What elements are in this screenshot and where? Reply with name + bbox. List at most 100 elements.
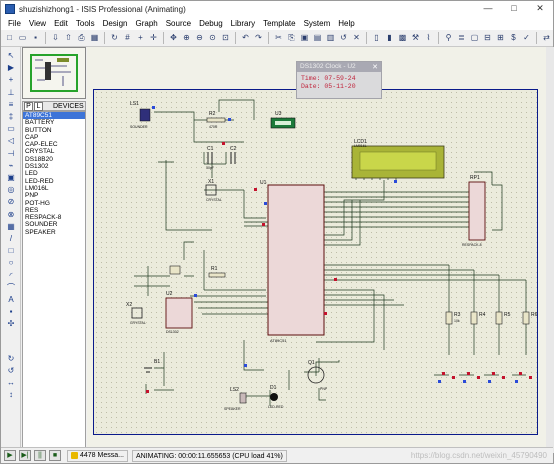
generator-icon[interactable]: ◎: [5, 184, 17, 195]
goto-sheet-icon[interactable]: ⊞: [495, 33, 506, 44]
message-counter[interactable]: 4478 Messa...: [67, 449, 128, 462]
menu-source[interactable]: Source: [162, 18, 195, 30]
vertical-scrollbar[interactable]: [546, 47, 554, 453]
ds1302-clock-popup[interactable]: DS1302 Clock - U2 ✕ Time: 07-59-24 Date:…: [296, 61, 382, 99]
menu-tools[interactable]: Tools: [72, 18, 99, 30]
play-button[interactable]: ▶: [4, 450, 16, 461]
device-list-item[interactable]: CRYSTAL: [23, 148, 85, 155]
minimize-button[interactable]: —: [475, 1, 501, 17]
library-manager-button[interactable]: L: [34, 101, 43, 111]
device-list-item[interactable]: AT89C51: [23, 112, 85, 120]
wire-autorouter-icon[interactable]: ⌇: [423, 33, 434, 44]
copy-icon[interactable]: ⎘: [286, 33, 297, 44]
redo-icon[interactable]: ↷: [253, 33, 264, 44]
bus-icon[interactable]: ‡: [5, 111, 17, 122]
virtual-instrument-icon[interactable]: ▦: [5, 221, 17, 232]
property-tool-icon[interactable]: ≣: [456, 33, 467, 44]
voltage-probe-icon[interactable]: ⊘: [5, 196, 17, 207]
overview-window[interactable]: [22, 47, 86, 99]
save-icon[interactable]: ▪: [30, 33, 41, 44]
device-list-item[interactable]: SPEAKER: [23, 229, 85, 236]
tape-icon[interactable]: ▣: [5, 172, 17, 183]
device-list-item[interactable]: POT-HG: [23, 200, 85, 207]
path-icon[interactable]: ⌒: [5, 282, 17, 293]
pause-button[interactable]: ||: [34, 450, 46, 461]
bom-icon[interactable]: $: [508, 33, 519, 44]
print-icon[interactable]: ⎙: [76, 33, 87, 44]
text-script-icon[interactable]: ≡: [5, 99, 17, 110]
pan-icon[interactable]: ✥: [168, 33, 179, 44]
zoom-area-icon[interactable]: ⊡: [220, 33, 231, 44]
menu-debug[interactable]: Debug: [195, 18, 227, 30]
device-list-item[interactable]: BUTTON: [23, 127, 85, 134]
device-list-item[interactable]: LM016L: [23, 185, 85, 192]
close-button[interactable]: ✕: [527, 1, 553, 17]
device-pins-icon[interactable]: ⊣: [5, 148, 17, 159]
device-list-item[interactable]: SOUNDER: [23, 221, 85, 228]
box-icon[interactable]: □: [5, 245, 17, 256]
zoom-in-icon[interactable]: ⊕: [181, 33, 192, 44]
new-icon[interactable]: □: [4, 33, 15, 44]
block-move-icon[interactable]: ▥: [325, 33, 336, 44]
selection-mode-icon[interactable]: ↖: [5, 50, 17, 61]
new-sheet-icon[interactable]: ▢: [469, 33, 480, 44]
terminals-icon[interactable]: ◁: [5, 135, 17, 146]
menu-file[interactable]: File: [4, 18, 25, 30]
rotate-cw-icon[interactable]: ↻: [5, 353, 17, 364]
arc-icon[interactable]: ◜: [5, 270, 17, 281]
subcircuit-icon[interactable]: ▭: [5, 123, 17, 134]
block-rotate-icon[interactable]: ↺: [338, 33, 349, 44]
make-device-icon[interactable]: ▮: [384, 33, 395, 44]
paste-icon[interactable]: ▣: [299, 33, 310, 44]
line-icon[interactable]: /: [5, 233, 17, 244]
decompose-icon[interactable]: ⚒: [410, 33, 421, 44]
circle-icon[interactable]: ○: [5, 257, 17, 268]
device-list-item[interactable]: DS18B20: [23, 156, 85, 163]
pick-device-icon[interactable]: ▯: [371, 33, 382, 44]
menu-help[interactable]: Help: [334, 18, 358, 30]
search-icon[interactable]: ⚲: [443, 33, 454, 44]
device-list-item[interactable]: LED-RED: [23, 178, 85, 185]
remove-sheet-icon[interactable]: ⊟: [482, 33, 493, 44]
package-tool-icon[interactable]: ▩: [397, 33, 408, 44]
grid-icon[interactable]: #: [122, 33, 133, 44]
menu-system[interactable]: System: [300, 18, 335, 30]
popup-close-icon[interactable]: ✕: [372, 63, 378, 71]
device-list-item[interactable]: DS1302: [23, 163, 85, 170]
device-list-item[interactable]: CAP: [23, 134, 85, 141]
schematic-editing-window[interactable]: LS1 SOUNDER R2 470R U3 LCD1 LM016L C1 C2…: [87, 47, 546, 447]
menu-view[interactable]: View: [25, 18, 50, 30]
menu-design[interactable]: Design: [99, 18, 132, 30]
maximize-button[interactable]: □: [501, 1, 527, 17]
stop-button[interactable]: ■: [49, 450, 61, 461]
device-list-item[interactable]: PNP: [23, 192, 85, 199]
mirror-y-icon[interactable]: ↕: [5, 389, 17, 400]
wire-label-icon[interactable]: ⊥: [5, 87, 17, 98]
zoom-out-icon[interactable]: ⊖: [194, 33, 205, 44]
rotate-ccw-icon[interactable]: ↺: [5, 365, 17, 376]
step-button[interactable]: ▶|: [19, 450, 31, 461]
current-probe-icon[interactable]: ⊗: [5, 209, 17, 220]
device-list-item[interactable]: BATTERY: [23, 119, 85, 126]
block-copy-icon[interactable]: ▤: [312, 33, 323, 44]
print-area-icon[interactable]: ▦: [89, 33, 100, 44]
component-mode-icon[interactable]: ▶: [5, 62, 17, 73]
cut-icon[interactable]: ✂: [273, 33, 284, 44]
symbol-icon[interactable]: ▪: [5, 306, 17, 317]
crosshair-icon[interactable]: ✛: [148, 33, 159, 44]
undo-icon[interactable]: ↶: [240, 33, 251, 44]
open-icon[interactable]: ▭: [17, 33, 28, 44]
erc-icon[interactable]: ✓: [521, 33, 532, 44]
junction-icon[interactable]: +: [5, 74, 17, 85]
zoom-all-icon[interactable]: ⊙: [207, 33, 218, 44]
export-icon[interactable]: ⇧: [63, 33, 74, 44]
device-list[interactable]: AT89C51 BATTERY BUTTON CAP CAP-ELEC CRYSTAL DS…: [22, 111, 86, 453]
block-delete-icon[interactable]: ✕: [351, 33, 362, 44]
pick-devices-button[interactable]: P: [24, 101, 33, 111]
graph-icon[interactable]: ⌁: [5, 160, 17, 171]
import-icon[interactable]: ⇩: [50, 33, 61, 44]
menu-graph[interactable]: Graph: [131, 18, 161, 30]
device-list-item[interactable]: RES: [23, 207, 85, 214]
origin-icon[interactable]: +: [135, 33, 146, 44]
menu-edit[interactable]: Edit: [50, 18, 72, 30]
